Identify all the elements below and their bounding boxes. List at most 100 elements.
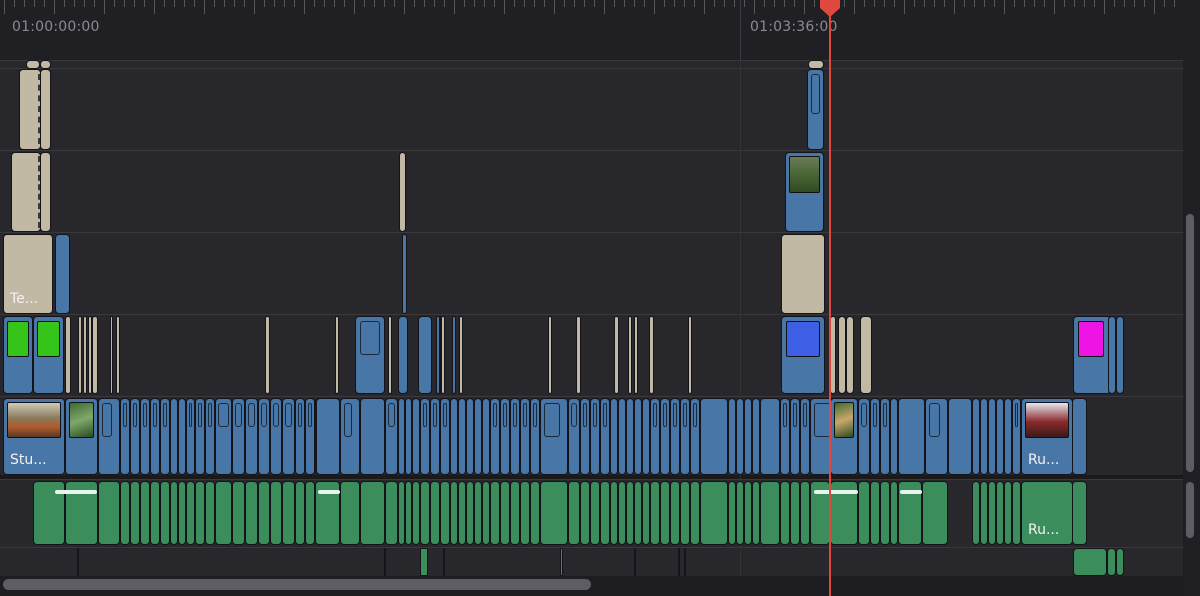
video-clip[interactable] <box>626 398 634 475</box>
video-clip[interactable] <box>600 398 610 475</box>
audio-clip[interactable] <box>458 481 466 545</box>
audio-clip[interactable] <box>466 481 474 545</box>
title-clip[interactable] <box>399 152 406 232</box>
audio-clip[interactable] <box>600 481 610 545</box>
timecode-ruler[interactable]: 01:00:00:00 01:03:36:00 <box>0 0 1200 60</box>
video-clip[interactable] <box>858 398 870 475</box>
title-clip[interactable] <box>388 316 392 394</box>
audio-clip[interactable] <box>728 481 736 545</box>
video-clip[interactable] <box>195 398 205 475</box>
audio-clip[interactable] <box>660 481 670 545</box>
audio-clip[interactable] <box>215 481 232 545</box>
video-clip[interactable] <box>450 398 458 475</box>
audio-clip[interactable] <box>474 481 482 545</box>
audio-clip[interactable] <box>430 481 440 545</box>
video-clip[interactable] <box>781 316 825 394</box>
audio-clip[interactable] <box>1012 481 1021 545</box>
audio-clip[interactable] <box>398 481 405 545</box>
video-clip[interactable] <box>650 398 660 475</box>
audio-clip[interactable] <box>150 481 160 545</box>
video-clip[interactable] <box>618 398 626 475</box>
audio-clip[interactable] <box>618 481 626 545</box>
title-clip[interactable] <box>576 316 581 394</box>
audio-clip[interactable] <box>880 481 890 545</box>
audio-clip[interactable] <box>500 481 510 545</box>
audio-clip[interactable] <box>450 481 458 545</box>
video-clip[interactable] <box>466 398 474 475</box>
video-clip[interactable] <box>680 398 690 475</box>
title-clip[interactable] <box>40 60 51 69</box>
video-clip[interactable] <box>186 398 195 475</box>
title-clip[interactable] <box>116 316 120 394</box>
video-clip[interactable] <box>744 398 752 475</box>
video-clip[interactable] <box>295 398 305 475</box>
video-clip[interactable] <box>690 398 700 475</box>
video-clip[interactable] <box>590 398 600 475</box>
audio-clip[interactable] <box>800 481 810 545</box>
video-clip[interactable] <box>500 398 510 475</box>
audio-clip[interactable] <box>195 481 205 545</box>
video-clip[interactable] <box>360 398 385 475</box>
audio-clip[interactable] <box>232 481 245 545</box>
video-clip[interactable] <box>405 398 412 475</box>
video-clip[interactable] <box>398 398 405 475</box>
video-clip[interactable] <box>520 398 530 475</box>
audio-clip[interactable] <box>1004 481 1012 545</box>
audio-clip[interactable] <box>98 481 120 545</box>
audio-clip[interactable] <box>670 481 680 545</box>
video-clip[interactable] <box>890 398 898 475</box>
title-clip[interactable]: Te... <box>3 234 53 314</box>
video-clip[interactable] <box>270 398 282 475</box>
audio-clip[interactable] <box>305 481 315 545</box>
video-clip[interactable] <box>898 398 925 475</box>
video-clip[interactable] <box>996 398 1004 475</box>
audio-clip[interactable] <box>780 481 790 545</box>
video-clip[interactable] <box>980 398 988 475</box>
title-clip[interactable] <box>83 316 87 394</box>
video-clip[interactable] <box>482 398 490 475</box>
video-clip[interactable] <box>130 398 140 475</box>
video-vertical-scrollbar-thumb[interactable] <box>1186 214 1194 472</box>
audio-clip[interactable] <box>270 481 282 545</box>
title-clip[interactable] <box>628 316 632 394</box>
title-clip[interactable] <box>846 316 854 394</box>
video-clip[interactable] <box>972 398 980 475</box>
audio-clip[interactable] <box>680 481 690 545</box>
audio-clip[interactable] <box>684 548 686 576</box>
title-clip[interactable] <box>548 316 552 394</box>
video-clip[interactable] <box>610 398 618 475</box>
video-clip[interactable] <box>340 398 360 475</box>
audio-clip[interactable] <box>922 481 948 545</box>
title-clip[interactable] <box>614 316 619 394</box>
video-clip[interactable] <box>412 398 420 475</box>
video-clip[interactable] <box>830 398 858 475</box>
playhead[interactable] <box>829 8 831 596</box>
title-clip[interactable] <box>688 316 692 394</box>
video-clip[interactable] <box>660 398 670 475</box>
audio-clip[interactable] <box>744 481 752 545</box>
audio-clip[interactable] <box>1107 548 1116 576</box>
track-video-2[interactable] <box>0 314 1183 397</box>
video-clip[interactable] <box>1116 316 1124 394</box>
video-clip[interactable] <box>807 69 824 150</box>
audio-clip[interactable] <box>634 548 636 576</box>
track-audio-2[interactable] <box>0 547 1183 577</box>
audio-clip[interactable] <box>678 548 680 576</box>
video-clip[interactable] <box>760 398 780 475</box>
audio-clip[interactable] <box>178 481 186 545</box>
video-clip[interactable] <box>140 398 150 475</box>
video-clip[interactable]: Stu... <box>3 398 65 475</box>
title-clip[interactable] <box>11 152 41 232</box>
audio-clip[interactable] <box>360 481 385 545</box>
video-clip[interactable] <box>568 398 580 475</box>
title-clip[interactable] <box>110 316 113 394</box>
video-clip[interactable] <box>160 398 170 475</box>
title-clip[interactable] <box>838 316 846 394</box>
video-clip[interactable] <box>398 316 408 394</box>
video-clip[interactable] <box>150 398 160 475</box>
title-clip[interactable] <box>781 234 825 314</box>
audio-clip[interactable] <box>626 481 634 545</box>
horizontal-scrollbar-thumb[interactable] <box>3 579 591 590</box>
audio-clip[interactable] <box>340 481 360 545</box>
video-clip[interactable] <box>170 398 178 475</box>
